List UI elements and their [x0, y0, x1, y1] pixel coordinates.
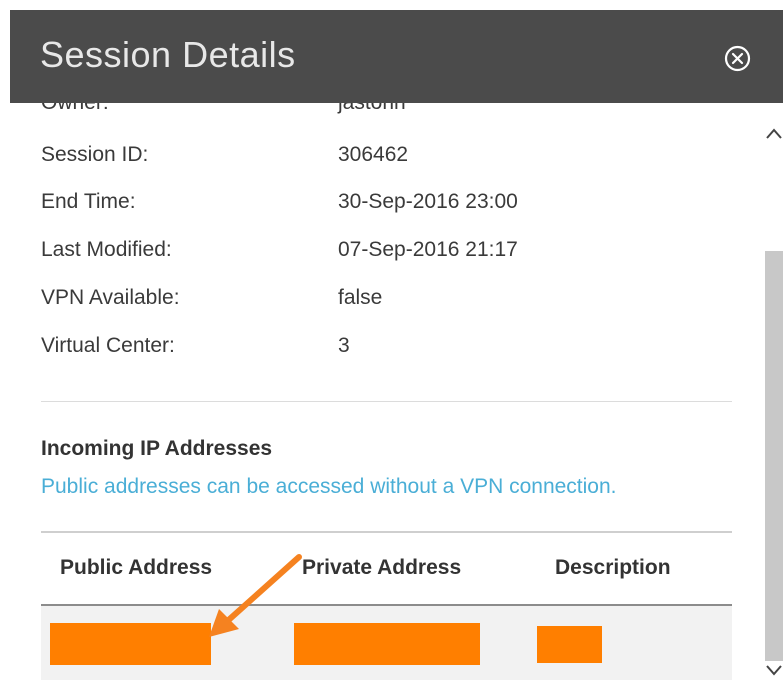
redacted-private-address [294, 623, 480, 665]
column-header-description: Description [555, 556, 671, 579]
incoming-ip-subtitle: Public addresses can be accessed without… [41, 475, 617, 498]
annotation-arrow-icon [209, 554, 302, 637]
detail-value: 306462 [338, 143, 409, 166]
scroll-down-button[interactable] [765, 661, 783, 679]
vertical-scrollbar[interactable] [762, 103, 783, 698]
redacted-public-address [50, 623, 211, 665]
chevron-down-icon [766, 665, 782, 676]
detail-label: End Time: [41, 190, 136, 213]
close-circle-icon [724, 45, 751, 72]
detail-label: VPN Available: [41, 286, 180, 309]
chevron-up-icon [766, 128, 782, 139]
detail-label: Owner: [41, 103, 109, 115]
close-button[interactable] [724, 45, 751, 72]
section-divider [41, 401, 732, 402]
table-row [41, 606, 732, 680]
panel-header: Session Details [10, 10, 783, 103]
scroll-up-button[interactable] [765, 125, 783, 143]
detail-label: Last Modified: [41, 238, 172, 261]
redacted-description [537, 626, 602, 663]
scrollbar-thumb[interactable] [765, 251, 783, 661]
detail-value: 30-Sep-2016 23:00 [338, 190, 518, 213]
detail-value: 3 [338, 334, 350, 357]
panel-title: Session Details [40, 34, 296, 75]
detail-value: jastonn [338, 103, 406, 115]
session-details-panel: Session Details Owner: jastonn Session I… [10, 10, 783, 698]
incoming-ip-title: Incoming IP Addresses [41, 437, 273, 460]
detail-label: Virtual Center: [41, 334, 175, 357]
column-header-public-address: Public Address [60, 556, 213, 579]
detail-value: false [338, 286, 383, 309]
detail-value: 07-Sep-2016 21:17 [338, 238, 518, 261]
column-header-private-address: Private Address [302, 556, 462, 579]
detail-label: Session ID: [41, 143, 149, 166]
panel-content: Owner: jastonn Session ID: 306462 End Ti… [10, 103, 762, 698]
table-top-border [41, 531, 732, 533]
